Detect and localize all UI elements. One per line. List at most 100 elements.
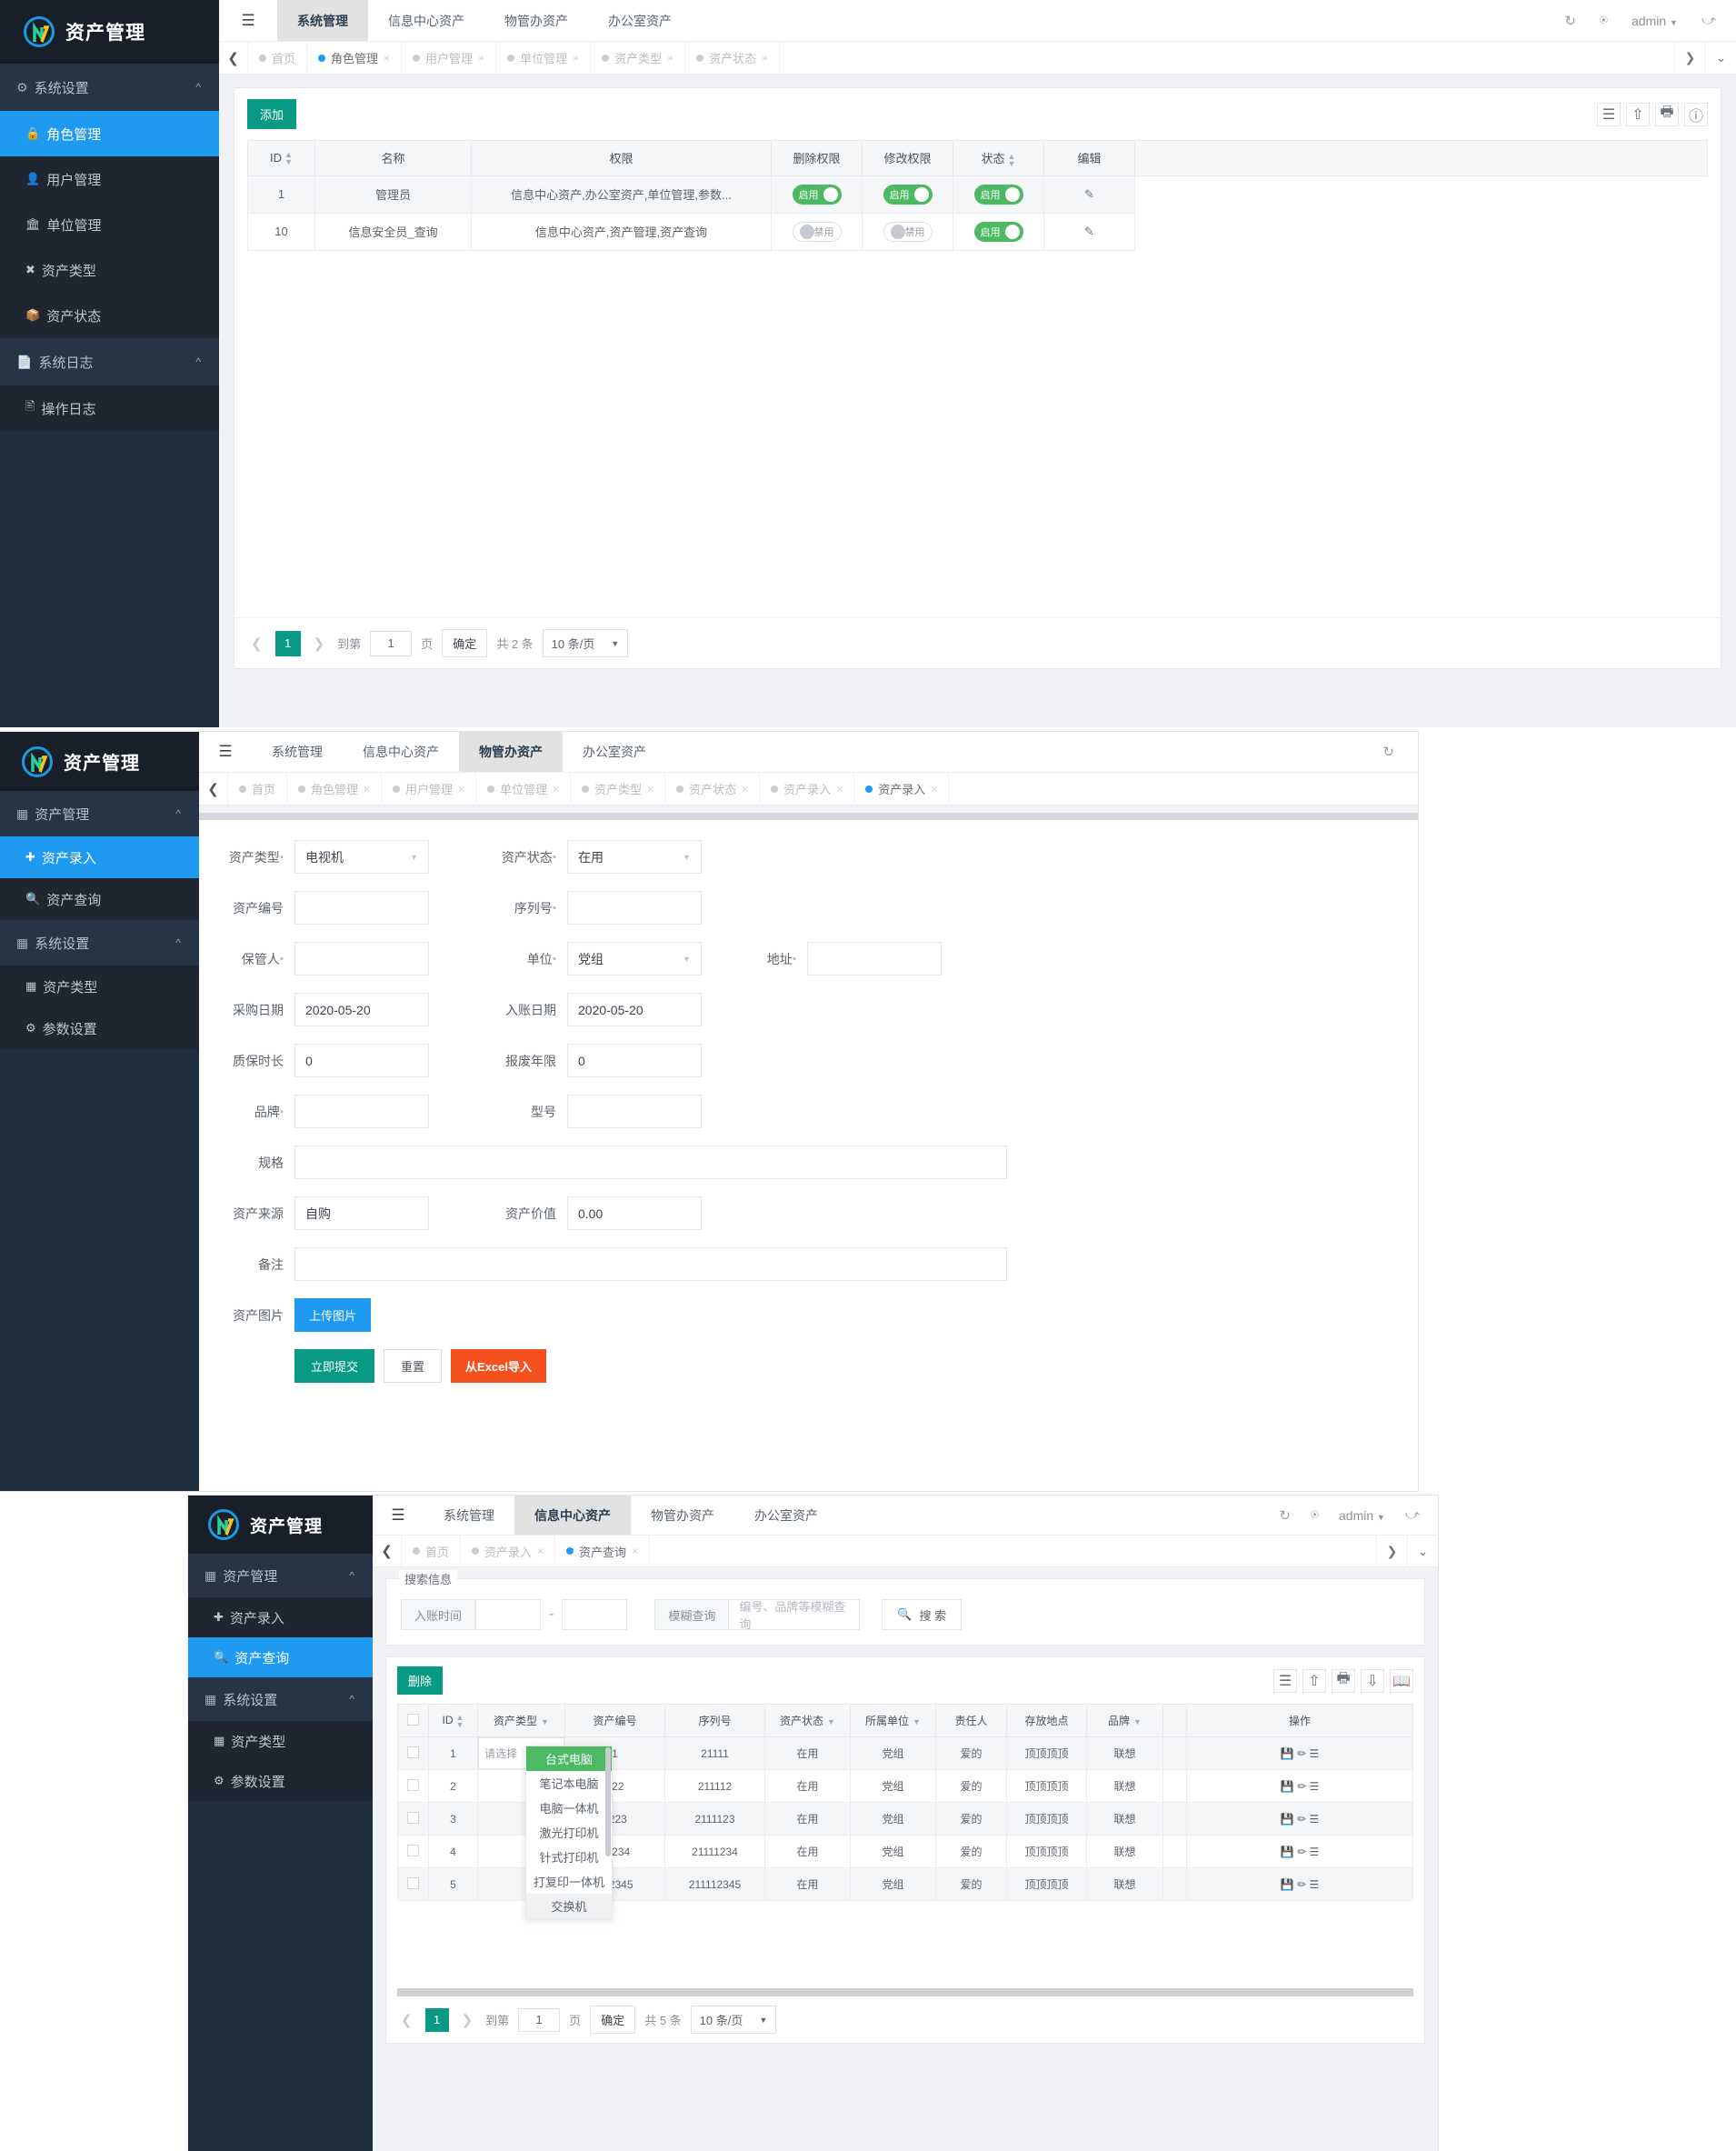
close-icon[interactable]: ×	[537, 1545, 544, 1557]
table-row[interactable]: 10 信息安全员_查询 信息中心资产,资产管理,资产查询 禁用 禁用 启用 ✎	[247, 212, 1708, 251]
entry-date-input[interactable]: 2020-05-20	[567, 993, 702, 1026]
goto-confirm-button[interactable]: 确定	[590, 2006, 636, 2034]
goto-page-input[interactable]: 1	[370, 630, 413, 656]
page-tabs-dropdown-icon[interactable]: ⌄	[1407, 1536, 1438, 1566]
dropdown-scrollbar[interactable]	[605, 1747, 611, 1856]
sidebar-item-asset-entry[interactable]: ✚ 资产录入	[188, 1597, 373, 1637]
save-icon[interactable]: 💾	[1281, 1747, 1294, 1760]
modify-perm-toggle[interactable]: 禁用	[883, 221, 933, 242]
export-icon[interactable]: ⇧	[1302, 1668, 1326, 1693]
sidebar-item-role-management[interactable]: 🔒 角色管理	[0, 111, 219, 156]
sidebar-item-asset-type[interactable]: ✖ 资产类型	[0, 247, 219, 293]
page-tab-asset-type[interactable]: 资产类型 ×	[591, 42, 686, 74]
print-icon[interactable]: 🖶	[1332, 1668, 1355, 1693]
tab-info-center-assets[interactable]: 信息中心资产	[343, 732, 459, 772]
sidebar-item-asset-status[interactable]: 📦 资产状态	[0, 293, 219, 338]
info-icon[interactable]: ⓘ	[1684, 102, 1708, 126]
close-icon[interactable]: ×	[931, 783, 937, 795]
tab-system-management[interactable]: 系统管理	[277, 0, 368, 41]
col-select-all[interactable]	[397, 1704, 429, 1737]
close-icon[interactable]: ×	[553, 783, 559, 795]
refresh-icon[interactable]: ↻	[1279, 1507, 1291, 1524]
delete-button[interactable]: 删除	[397, 1666, 444, 1695]
page-prev-icon[interactable]: ❮	[247, 635, 266, 652]
user-menu[interactable]: admin ▼	[1339, 1508, 1385, 1523]
status-toggle[interactable]: 启用	[973, 184, 1023, 205]
tab-info-center-assets[interactable]: 信息中心资产	[368, 0, 484, 41]
page-tab-asset-status[interactable]: 资产状态 ×	[685, 42, 781, 74]
warranty-input[interactable]: 0	[294, 1044, 429, 1077]
sidebar-item-asset-query[interactable]: 🔍 资产查询	[0, 878, 199, 920]
address-input[interactable]	[807, 942, 942, 975]
edit-icon[interactable]: ✏	[1297, 1813, 1306, 1826]
col-asset-status[interactable]: 资产状态 ▼	[764, 1704, 851, 1737]
edit-icon[interactable]: ✏	[1297, 1846, 1306, 1858]
page-tab-unit-management[interactable]: 单位管理 ×	[496, 42, 592, 74]
close-icon[interactable]: ×	[458, 783, 464, 795]
detail-icon[interactable]: ☰	[1309, 1846, 1319, 1858]
page-number-1[interactable]: 1	[274, 630, 301, 656]
close-icon[interactable]: ×	[384, 52, 390, 65]
sidebar-group-system-settings[interactable]: ▦ 系统设置 ^	[0, 920, 199, 965]
page-prev-icon[interactable]: ❮	[397, 2012, 416, 2028]
print-icon[interactable]: 🖶	[1655, 102, 1679, 126]
dropdown-option[interactable]: 台式电脑	[526, 1746, 612, 1771]
save-icon[interactable]: 💾	[1281, 1878, 1294, 1891]
tab-office-assets[interactable]: 办公室资产	[563, 732, 666, 772]
close-icon[interactable]: ×	[647, 783, 653, 795]
sidebar-group-asset-management[interactable]: ▦ 资产管理 ^	[0, 791, 199, 836]
purchase-date-input[interactable]: 2020-05-20	[294, 993, 429, 1026]
modify-perm-toggle[interactable]: 启用	[883, 184, 933, 205]
page-tab-asset-type[interactable]: 资产类型 ×	[571, 773, 666, 805]
col-brand[interactable]: 品牌 ▼	[1086, 1704, 1163, 1737]
tab-office-assets[interactable]: 办公室资产	[734, 1496, 838, 1535]
sidebar-item-operation-log[interactable]: 🖹 操作日志	[0, 385, 219, 431]
dashboard-icon[interactable]: ⍟	[1600, 13, 1608, 28]
menu-fold-icon[interactable]: ☰	[199, 732, 252, 772]
page-next-icon[interactable]: ❯	[458, 2012, 477, 2028]
sidebar-group-system-settings[interactable]: ⚙ 系统设置 ^	[0, 64, 219, 111]
sidebar-item-asset-entry[interactable]: ✚ 资产录入	[0, 836, 199, 878]
sidebar-item-asset-type[interactable]: ▦ 资产类型	[0, 965, 199, 1007]
upload-image-button[interactable]: 上传图片	[294, 1298, 372, 1332]
tab-office-assets[interactable]: 办公室资产	[588, 0, 692, 41]
sidebar-item-parameter-settings[interactable]: ⚙ 参数设置	[188, 1761, 373, 1801]
page-tab-user-management[interactable]: 用户管理 ×	[382, 773, 477, 805]
keeper-input[interactable]	[294, 942, 429, 975]
sidebar-group-system-log[interactable]: 📄 系统日志 ^	[0, 338, 219, 385]
close-icon[interactable]: ×	[478, 52, 484, 65]
page-size-select[interactable]: 10 条/页 ▼	[542, 629, 629, 657]
asset-no-input[interactable]	[294, 891, 429, 925]
col-status[interactable]: 状态 ▲ ▼	[953, 140, 1044, 176]
page-tab-asset-query[interactable]: 资产查询 ×	[555, 1536, 651, 1566]
sidebar-item-asset-query[interactable]: 🔍 资产查询	[188, 1637, 373, 1677]
sidebar-item-parameter-settings[interactable]: ⚙ 参数设置	[0, 1007, 199, 1049]
spec-input[interactable]	[294, 1146, 1007, 1179]
value-input[interactable]: 0.00	[567, 1196, 702, 1230]
close-icon[interactable]: ×	[762, 52, 768, 65]
refresh-icon[interactable]: ↻	[1564, 13, 1576, 29]
col-id[interactable]: ID ▲ ▼	[247, 140, 315, 176]
detail-icon[interactable]: ☰	[1309, 1878, 1319, 1891]
goto-page-input[interactable]: 1	[518, 2007, 561, 2032]
dashboard-icon[interactable]: ⍟	[1311, 1507, 1319, 1523]
columns-icon[interactable]: ☰	[1273, 1668, 1297, 1693]
sidebar-group-system-settings[interactable]: ▦ 系统设置 ^	[188, 1677, 373, 1721]
sidebar-item-unit-management[interactable]: 🏛 单位管理	[0, 202, 219, 247]
page-tab-home[interactable]: 首页	[402, 1536, 462, 1566]
sidebar-group-asset-management[interactable]: ▦ 资产管理 ^	[188, 1554, 373, 1597]
edit-icon[interactable]: ✏	[1297, 1780, 1306, 1793]
page-tabs-next-icon[interactable]: ❯	[1376, 1536, 1407, 1566]
close-icon[interactable]: ×	[667, 52, 673, 65]
user-menu[interactable]: admin ▼	[1631, 14, 1678, 28]
add-button[interactable]: 添加	[247, 99, 297, 129]
tab-system-management[interactable]: 系统管理	[252, 732, 343, 772]
col-unit[interactable]: 所属单位 ▼	[850, 1704, 936, 1737]
detail-icon[interactable]: ☰	[1309, 1813, 1319, 1826]
select-all-checkbox[interactable]	[407, 1713, 419, 1726]
page-size-select[interactable]: 10 条/页 ▼	[690, 2006, 777, 2034]
delete-perm-toggle[interactable]: 禁用	[792, 221, 842, 242]
menu-fold-icon[interactable]: ☰	[373, 1496, 424, 1535]
fuzzy-query-input[interactable]: 编号、品牌等模糊查询	[729, 1599, 861, 1631]
page-tab-asset-entry[interactable]: 资产录入 ×	[461, 1536, 556, 1566]
